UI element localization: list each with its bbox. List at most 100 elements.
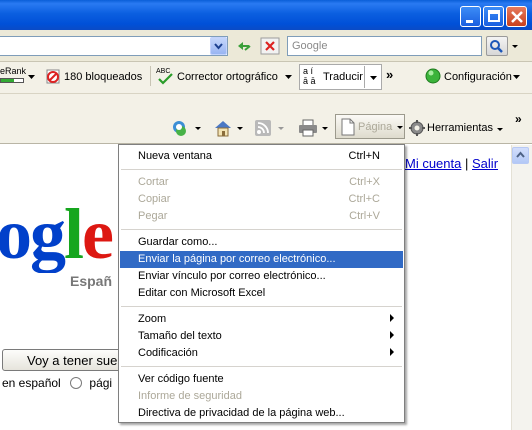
lang-pages-label: pági [89,376,113,390]
address-toolbar: Google [0,30,532,62]
menu-item-edit-excel[interactable]: Editar con Microsoft Excel [120,285,403,302]
chevron-down-icon[interactable] [284,73,293,85]
lucky-button[interactable]: Voy a tener suerte [2,349,122,371]
submenu-arrow-icon [390,348,394,356]
menu-item-paste: Pegar Ctrl+V [120,208,403,225]
google-toolbar: eRank 180 bloqueados ABC Corrector ortog… [0,62,532,94]
my-account-link[interactable]: Mi cuenta [405,156,461,171]
translate-button[interactable]: a íā ā Traducir [299,64,382,90]
stop-button[interactable] [260,37,280,55]
refresh-icon [238,42,251,51]
svg-text:ABC: ABC [156,68,170,75]
menu-item-shortcut: Ctrl+V [349,210,380,222]
menu-item-view-source[interactable]: Ver código fuente [120,371,403,388]
page-menu-button[interactable]: Página [335,114,405,139]
submenu-arrow-icon [390,314,394,322]
chevron-down-icon [214,43,223,50]
command-bar: » Página Herramientas [0,94,532,144]
menu-item-zoom[interactable]: Zoom [120,311,403,328]
vertical-scrollbar[interactable] [511,145,532,430]
home-icon[interactable] [213,119,233,140]
menu-item-label: Directiva de privacidad de la página web… [138,407,345,419]
print-icon[interactable] [298,119,318,140]
page-dropdown-menu: Nueva ventana Ctrl+N Cortar Ctrl+X Copia… [118,144,405,423]
chevron-down-icon [370,76,377,80]
menu-item-text-size[interactable]: Tamaño del texto [120,328,403,345]
spellcheck-icon: ABC [156,66,176,89]
menu-item-label: Zoom [138,313,167,325]
minimize-button[interactable] [460,6,481,27]
pagerank-label: eRank [0,66,27,76]
chevron-down-icon[interactable] [194,124,202,136]
chevron-down-icon[interactable] [321,124,329,136]
feeds-icon[interactable] [255,120,271,139]
chevron-down-icon [397,126,403,129]
address-input[interactable] [0,36,228,56]
chevron-down-icon[interactable] [27,73,36,85]
close-icon [511,11,523,23]
menu-item-label: Editar con Microsoft Excel [138,287,266,299]
menu-item-label: Codificación [138,347,198,359]
menu-item-label: Cortar [138,176,169,188]
signout-link[interactable]: Salir [472,156,498,171]
search-options-button[interactable] [509,36,521,56]
menu-item-send-link[interactable]: Enviar vínculo por correo electrónico... [120,268,403,285]
menu-item-cut: Cortar Ctrl+X [120,174,403,191]
menu-separator [121,229,402,230]
chevron-down-icon[interactable] [277,124,285,136]
spellcheck-button[interactable]: Corrector ortográfico [177,71,278,83]
menu-item-label: Nueva ventana [138,150,212,162]
menu-item-label: Pegar [138,210,168,222]
maximize-icon [488,10,500,22]
minimize-icon [466,20,473,23]
popup-blocker-label[interactable]: 180 bloqueados [64,71,142,83]
close-button[interactable] [506,6,527,27]
refresh-button[interactable] [234,37,254,55]
language-options: en español pági [2,376,112,390]
google-logo: oogle [0,193,130,273]
menu-item-encoding[interactable]: Codificación [120,345,403,362]
toolbar-overflow-button[interactable]: » [386,67,393,82]
maximize-button[interactable] [483,6,504,27]
scroll-up-button[interactable] [512,147,529,164]
translate-icon: a íā ā [303,66,316,86]
menu-item-shortcut: Ctrl+C [348,193,380,205]
menu-item-shortcut: Ctrl+N [348,150,380,162]
menu-item-save-as[interactable]: Guardar como... [120,234,403,251]
messenger-icon[interactable] [170,119,190,142]
menu-item-send-page[interactable]: Enviar la página por correo electrónico.… [120,251,403,268]
country-label: Españ [70,273,113,289]
settings-icon [425,68,441,87]
menu-item-label: Tamaño del texto [138,330,222,342]
address-dropdown-button[interactable] [210,37,227,55]
settings-button[interactable]: Configuración [444,71,512,83]
menu-separator [121,306,402,307]
translate-dropdown[interactable] [364,66,381,88]
pagerank-bar [0,78,24,83]
menu-item-security-report: Informe de seguridad [120,388,403,405]
window-title-bar [0,0,532,30]
lang-pages-radio[interactable] [70,377,83,389]
menu-item-label: Informe de seguridad [138,390,242,402]
menu-item-label: Ver código fuente [138,373,224,385]
translate-label: Traducir [323,71,363,83]
menu-item-new-window[interactable]: Nueva ventana Ctrl+N [120,148,403,165]
search-input[interactable]: Google [287,36,482,56]
menu-item-label: Copiar [138,193,171,205]
chevron-down-icon[interactable] [496,125,504,137]
lang-spanish-label: en español [2,376,61,390]
menu-item-shortcut: Ctrl+X [349,176,380,188]
menu-item-privacy-policy[interactable]: Directiva de privacidad de la página web… [120,405,403,422]
chevron-down-icon[interactable] [512,74,521,86]
menu-item-label: Enviar la página por correo electrónico.… [138,253,336,265]
page-icon [341,118,355,136]
page-menu-label: Página [358,121,393,133]
search-button[interactable] [486,36,508,56]
submenu-arrow-icon [390,331,394,339]
chevron-down-icon[interactable] [236,124,244,136]
command-overflow-button[interactable]: » [515,112,522,126]
menu-item-label: Enviar vínculo por correo electrónico... [138,270,326,282]
logo-text: oogle [0,194,114,273]
tools-menu-button[interactable]: Herramientas [427,122,493,134]
link-separator: | [465,156,469,171]
